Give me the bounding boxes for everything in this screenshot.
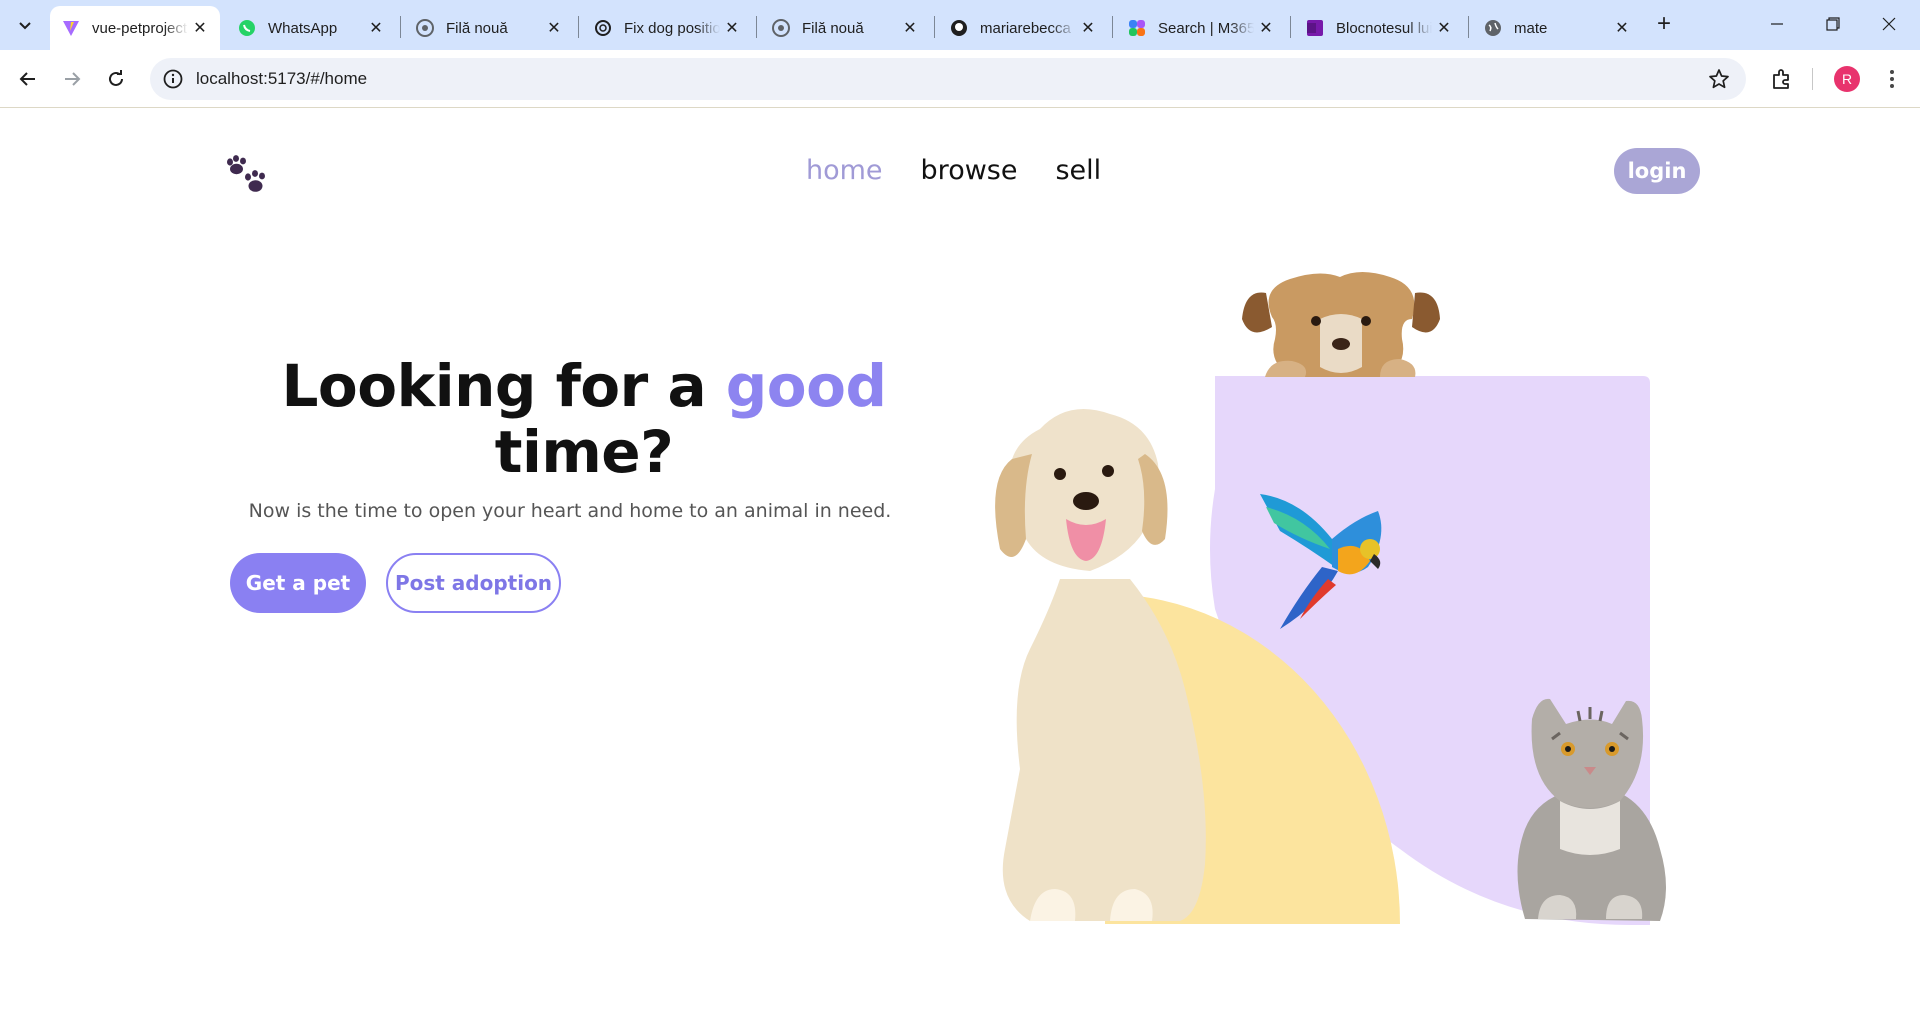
copilot-icon	[1128, 19, 1146, 37]
browser-tab[interactable]: Blocnotesul lui ✕	[1294, 6, 1464, 50]
golden-retriever-image	[995, 409, 1206, 921]
reload-icon[interactable]	[100, 63, 132, 95]
globe-icon	[1484, 19, 1502, 37]
bookmark-star-icon[interactable]	[1708, 68, 1730, 90]
tab-title: vue-petproject	[92, 19, 188, 37]
forward-icon[interactable]	[56, 63, 88, 95]
toolbar-separator	[1812, 68, 1813, 90]
browser-tab[interactable]: Search | M365 ✕	[1116, 6, 1286, 50]
close-icon[interactable]: ✕	[1432, 16, 1456, 40]
close-icon[interactable]: ✕	[364, 16, 388, 40]
tab-separator	[1112, 16, 1113, 38]
tab-separator	[1290, 16, 1291, 38]
browser-tab[interactable]: Fix dog position ✕	[582, 6, 752, 50]
browser-menu-icon[interactable]	[1880, 67, 1904, 91]
browser-tab[interactable]: mariarebecca ✕	[938, 6, 1108, 50]
browser-tab[interactable]: WhatsApp ✕	[226, 6, 396, 50]
hero-subtitle: Now is the time to open your heart and h…	[248, 500, 892, 522]
close-icon[interactable]: ✕	[1076, 16, 1100, 40]
web-page: home browse sell login Looking for a goo…	[0, 109, 1920, 1020]
tab-separator	[1468, 16, 1469, 38]
chrome-icon	[416, 19, 434, 37]
tab-title: mate	[1514, 19, 1548, 37]
site-info-icon[interactable]	[162, 68, 184, 90]
terrier-dog-image	[1242, 272, 1440, 377]
get-a-pet-button[interactable]: Get a pet	[230, 553, 366, 613]
minimize-icon[interactable]	[1752, 8, 1802, 40]
onenote-icon	[1306, 19, 1324, 37]
browser-tab[interactable]: Filă nouă ✕	[404, 6, 574, 50]
whatsapp-icon	[238, 19, 256, 37]
url-text[interactable]: localhost:5173/#/home	[196, 69, 367, 89]
github-icon	[950, 19, 968, 37]
nav-sell-link[interactable]: sell	[1055, 155, 1101, 186]
browser-tab[interactable]: mate ✕	[1472, 6, 1642, 50]
hero-illustration	[995, 272, 1666, 925]
restore-icon[interactable]	[1808, 8, 1858, 40]
close-icon[interactable]: ✕	[188, 16, 212, 40]
close-icon[interactable]: ✕	[1610, 16, 1634, 40]
paw-icon[interactable]	[224, 155, 270, 199]
new-tab-plus-icon[interactable]: +	[1652, 10, 1676, 37]
chevron-down-icon	[19, 22, 31, 30]
close-icon[interactable]: ✕	[898, 16, 922, 40]
hero-title-end: time?	[494, 418, 674, 486]
tab-separator	[934, 16, 935, 38]
extensions-icon[interactable]	[1770, 67, 1794, 91]
main-nav: home browse sell	[806, 155, 1101, 186]
chrome-icon	[772, 19, 790, 37]
login-button[interactable]: login	[1614, 148, 1700, 194]
chatgpt-icon	[594, 19, 612, 37]
browser-toolbar: localhost:5173/#/home R	[0, 50, 1920, 108]
profile-avatar[interactable]: R	[1834, 66, 1860, 92]
tab-separator	[578, 16, 579, 38]
tab-title: Search | M365	[1158, 19, 1254, 37]
tab-title: Blocnotesul lui	[1336, 19, 1432, 37]
address-bar[interactable]: localhost:5173/#/home	[150, 58, 1746, 100]
tab-separator	[400, 16, 401, 38]
hero-title-accent: good	[725, 352, 887, 420]
close-icon[interactable]: ✕	[1254, 16, 1278, 40]
tab-search-button[interactable]	[8, 9, 42, 41]
vite-icon	[62, 19, 80, 37]
tab-title: mariarebecca	[980, 19, 1071, 37]
browser-tab[interactable]: Filă nouă ✕	[760, 6, 930, 50]
browser-tab[interactable]: vue-petproject ✕	[50, 6, 220, 50]
back-icon[interactable]	[12, 63, 44, 95]
tab-title: Filă nouă	[446, 19, 508, 37]
hero-title-start: Looking for a	[281, 352, 726, 420]
tab-title: Filă nouă	[802, 19, 864, 37]
post-adoption-button[interactable]: Post adoption	[386, 553, 561, 613]
window-close-icon[interactable]	[1864, 8, 1914, 40]
nav-home-link[interactable]: home	[806, 155, 883, 186]
close-icon[interactable]: ✕	[542, 16, 566, 40]
browser-tab-strip: vue-petproject ✕ WhatsApp ✕ Filă nouă ✕ …	[0, 0, 1920, 50]
tab-title: Fix dog position	[624, 19, 720, 37]
hero-title: Looking for a good time?	[260, 353, 908, 485]
tab-separator	[756, 16, 757, 38]
nav-browse-link[interactable]: browse	[921, 155, 1018, 186]
close-icon[interactable]: ✕	[720, 16, 744, 40]
tab-title: WhatsApp	[268, 19, 338, 37]
